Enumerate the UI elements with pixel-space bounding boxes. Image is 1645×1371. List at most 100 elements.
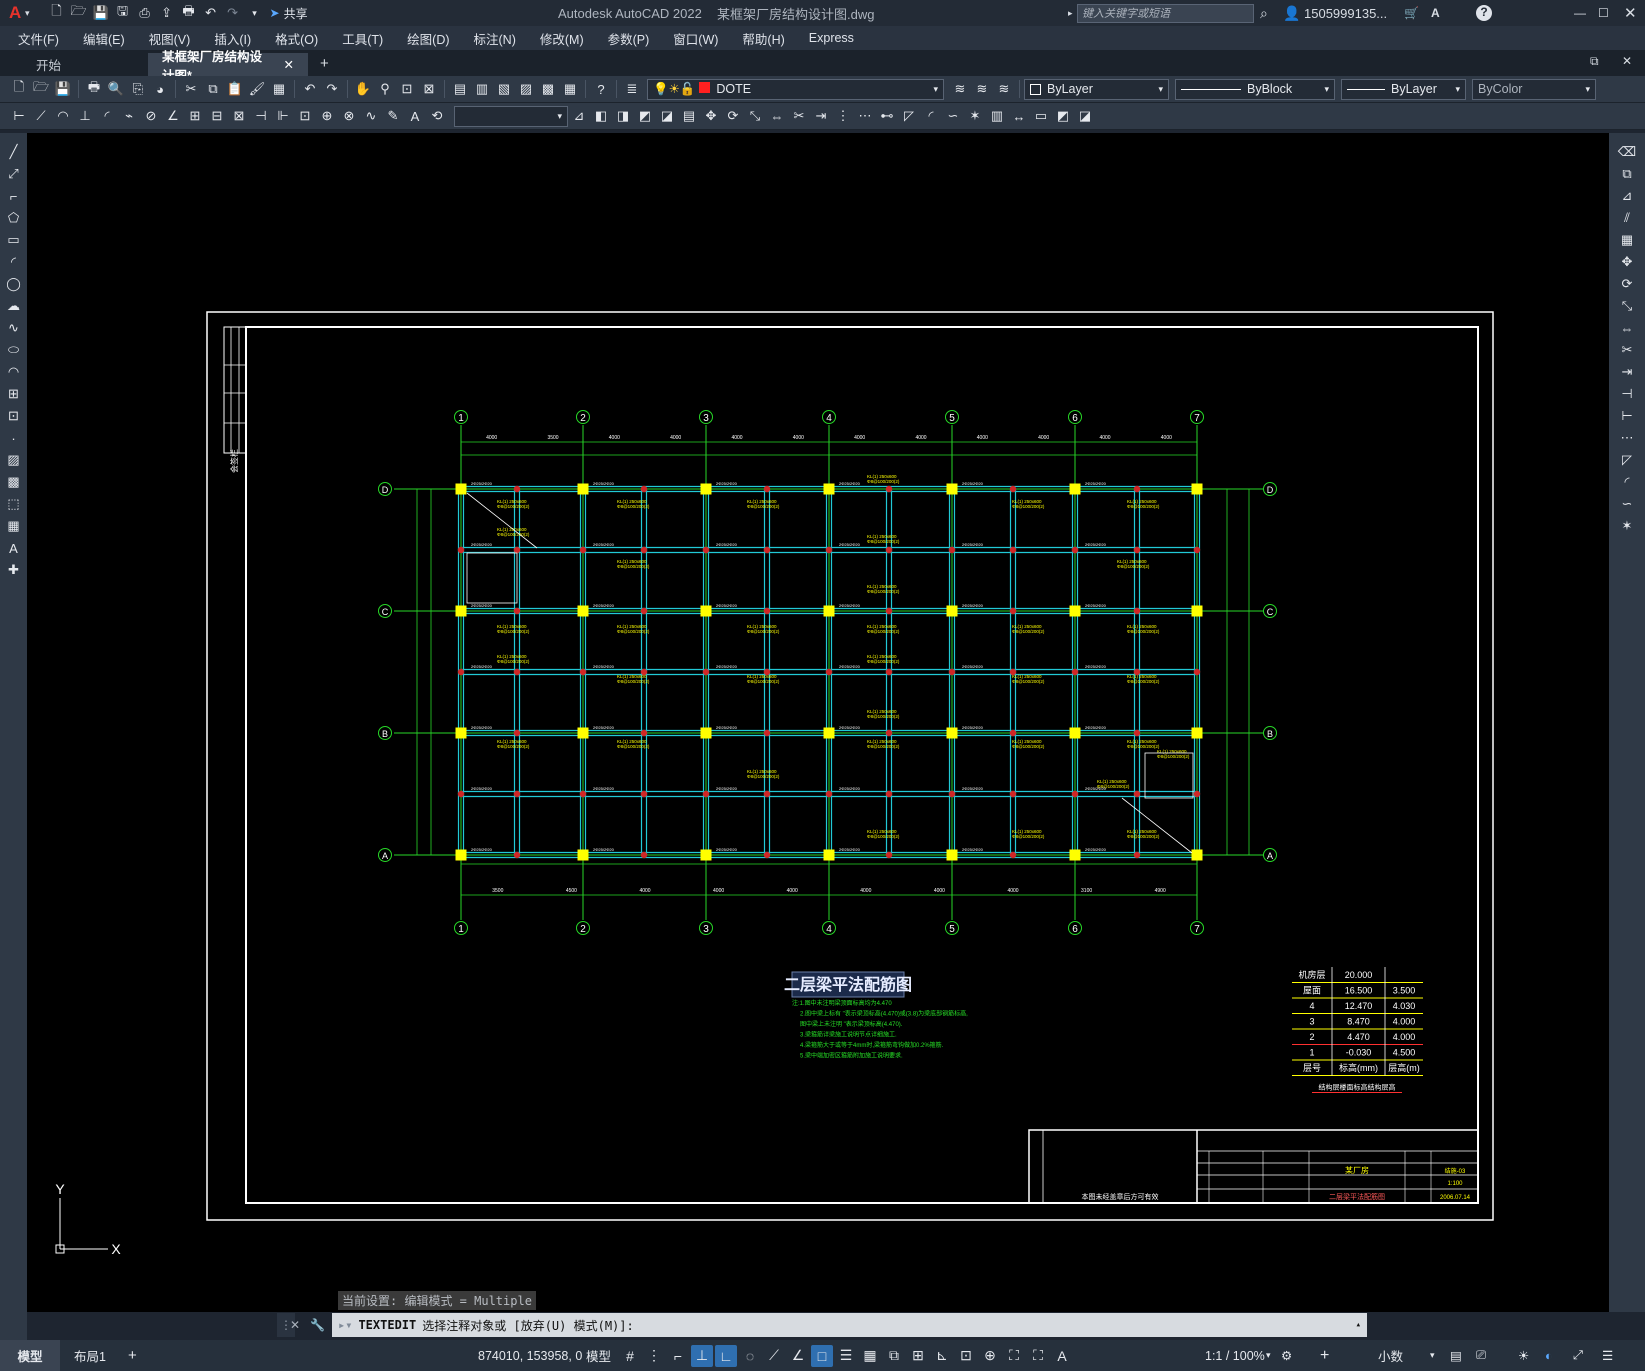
new-icon[interactable]: 🗋: [9, 79, 29, 99]
scale-chevron-icon[interactable]: ▾: [1266, 1350, 1271, 1361]
copy-obj-icon[interactable]: ◨: [613, 106, 633, 126]
region-icon[interactable]: ⬚: [4, 494, 24, 514]
dim-text-edit-icon[interactable]: A: [405, 106, 425, 126]
isometric-icon[interactable]: ⟋: [763, 1345, 785, 1367]
rectangle-icon[interactable]: ▭: [4, 230, 24, 250]
command-line[interactable]: ▸▾ TEXTEDIT 选择注释对象或 [放弃(U) 模式(M)]: ▴: [332, 1313, 1367, 1337]
move-icon[interactable]: ✥: [1617, 252, 1637, 272]
lock-ui-icon[interactable]: ⎚: [1476, 1348, 1486, 1363]
stretch-icon[interactable]: ⇔: [1617, 318, 1637, 338]
break-point-icon[interactable]: ⋮: [833, 106, 853, 126]
menu-item-1[interactable]: 编辑(E): [71, 29, 137, 48]
spline-icon[interactable]: ∿: [4, 318, 24, 338]
ortho-icon[interactable]: ∟: [715, 1344, 737, 1367]
offset-icon[interactable]: ◪: [657, 106, 677, 126]
lengthen-icon[interactable]: ↔: [1009, 106, 1029, 126]
arc-icon[interactable]: ◜: [4, 252, 24, 272]
fillet-icon[interactable]: ◜: [921, 106, 941, 126]
dynamic-ucs-icon[interactable]: ⊾: [931, 1345, 953, 1367]
clean-screen-icon[interactable]: ⤢: [1573, 1348, 1583, 1363]
redo-icon[interactable]: ↷: [223, 3, 243, 23]
object-snap-tracking-icon[interactable]: ∠: [787, 1345, 809, 1367]
lineweight-icon[interactable]: ☰: [835, 1345, 857, 1367]
ellipse-arc-icon[interactable]: ◠: [4, 362, 24, 382]
dim-arc-icon[interactable]: ◠: [53, 106, 73, 126]
dim-edit-icon[interactable]: ✎: [383, 106, 403, 126]
undo-tool-icon[interactable]: ↶: [300, 79, 320, 99]
match-properties-icon[interactable]: 🖌: [247, 79, 267, 99]
union-icon[interactable]: ◩: [1053, 106, 1073, 126]
point-icon[interactable]: ·: [4, 428, 24, 448]
search-icon[interactable]: ⌕: [1260, 5, 1268, 22]
user-name[interactable]: 1505999135...: [1304, 6, 1387, 21]
draworder-icon[interactable]: ▥: [987, 106, 1007, 126]
cut-icon[interactable]: ✂: [181, 79, 201, 99]
menu-item-6[interactable]: 绘图(D): [395, 29, 461, 48]
explode-icon[interactable]: ✶: [965, 106, 985, 126]
inspect-icon[interactable]: ⊗: [339, 106, 359, 126]
zoom-realtime-icon[interactable]: ⚲: [375, 79, 395, 99]
dim-style-icon[interactable]: ⊿: [569, 106, 589, 126]
plot-tool-icon[interactable]: 🖶: [84, 79, 104, 99]
help-tool-icon[interactable]: ?: [591, 79, 611, 99]
markup-icon[interactable]: ▩: [538, 79, 558, 99]
join-icon[interactable]: ⋯: [1617, 428, 1637, 448]
zoom-previous-icon[interactable]: ⊠: [419, 79, 439, 99]
extend-icon[interactable]: ⇥: [1617, 362, 1637, 382]
tolerance-icon[interactable]: ⊡: [295, 106, 315, 126]
dim-space-icon[interactable]: ⊣: [251, 106, 271, 126]
dim-aligned-icon[interactable]: ⟋: [31, 106, 51, 126]
dim-linear-icon[interactable]: ⊢: [9, 106, 29, 126]
scale-icon[interactable]: ⤡: [745, 106, 765, 126]
revision-cloud-icon[interactable]: ☁: [4, 296, 24, 316]
center-mark-icon[interactable]: ⊕: [317, 106, 337, 126]
chamfer-icon[interactable]: ◸: [899, 106, 919, 126]
app-logo-icon[interactable]: A: [9, 3, 25, 23]
3d-dwf-icon[interactable]: ◕: [150, 79, 170, 99]
open-icon[interactable]: 🗁: [31, 79, 51, 99]
tab-close-window-icon[interactable]: ✕: [1622, 54, 1632, 68]
array-icon[interactable]: ▦: [1617, 230, 1637, 250]
help-icon[interactable]: ?: [1476, 5, 1492, 21]
cart-icon[interactable]: 🛒: [1404, 6, 1419, 20]
quick-dim-icon[interactable]: ⊞: [185, 106, 205, 126]
save-tool-icon[interactable]: 💾: [53, 79, 73, 99]
layer-previous-icon[interactable]: ≋: [972, 79, 992, 99]
coordinates-readout[interactable]: 874010, 153958, 0: [478, 1349, 582, 1363]
rotate-icon[interactable]: ⟳: [723, 106, 743, 126]
trim-icon[interactable]: ✂: [1617, 340, 1637, 360]
save-icon[interactable]: 💾: [91, 3, 111, 23]
isolate-objects-icon[interactable]: ☀: [1518, 1348, 1529, 1363]
menu-item-8[interactable]: 修改(M): [528, 29, 596, 48]
layout-tab-model[interactable]: 模型: [0, 1340, 60, 1371]
mirror-icon[interactable]: ◩: [635, 106, 655, 126]
properties-icon[interactable]: ▤: [450, 79, 470, 99]
menu-item-12[interactable]: Express: [797, 31, 866, 45]
undo-icon[interactable]: ↶: [201, 3, 221, 23]
menu-item-7[interactable]: 标注(N): [462, 29, 528, 48]
new-file-icon[interactable]: 🗋: [47, 3, 67, 23]
lineweight-dropdown[interactable]: ByLayer ▾: [1341, 78, 1466, 100]
layer-state-icon[interactable]: ≋: [994, 79, 1014, 99]
object-snap-icon[interactable]: □: [811, 1344, 833, 1367]
multiline-text-icon[interactable]: A: [4, 538, 24, 558]
explode-icon[interactable]: ✶: [1617, 516, 1637, 536]
gradient-icon[interactable]: ▩: [4, 472, 24, 492]
save-web-icon[interactable]: ⇪: [157, 3, 177, 23]
erase-icon[interactable]: ◧: [591, 106, 611, 126]
open-folder-icon[interactable]: 🗁: [69, 3, 89, 23]
redo-tool-icon[interactable]: ↷: [322, 79, 342, 99]
transparency-icon[interactable]: ▦: [859, 1345, 881, 1367]
add-layout-icon[interactable]: +: [128, 1347, 137, 1364]
blend-curves-icon[interactable]: ∽: [1617, 494, 1637, 514]
extend-icon[interactable]: ⇥: [811, 106, 831, 126]
snap-mode-icon[interactable]: ⋮: [643, 1345, 665, 1367]
move-icon[interactable]: ✥: [701, 106, 721, 126]
jogged-linear-icon[interactable]: ∿: [361, 106, 381, 126]
region-icon[interactable]: ▭: [1031, 106, 1051, 126]
color-dropdown[interactable]: ByLayer ▾: [1024, 78, 1169, 100]
layout-tab-layout1[interactable]: 布局1: [60, 1346, 120, 1365]
infer-constraints-icon[interactable]: ⌐: [667, 1345, 689, 1367]
blend-icon[interactable]: ∽: [943, 106, 963, 126]
add-icon[interactable]: +: [1320, 1347, 1329, 1365]
